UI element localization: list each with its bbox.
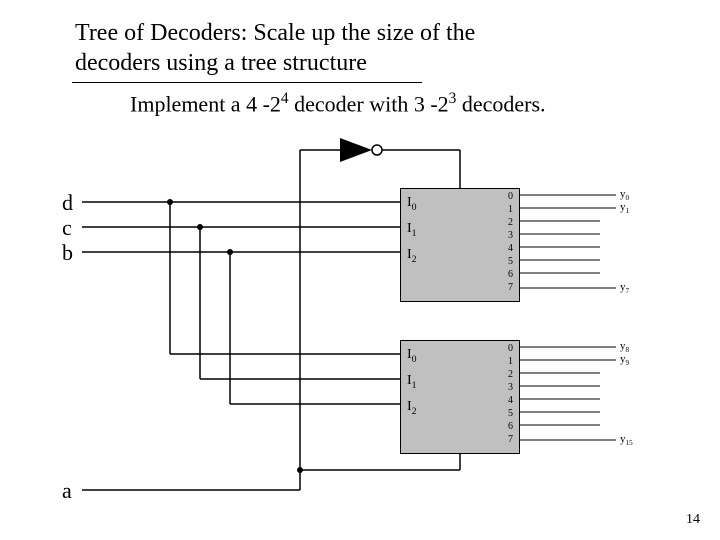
page-number: 14 xyxy=(686,512,700,528)
wire-diagram xyxy=(0,0,720,540)
slide: Tree of Decoders: Scale up the size of t… xyxy=(0,0,720,540)
